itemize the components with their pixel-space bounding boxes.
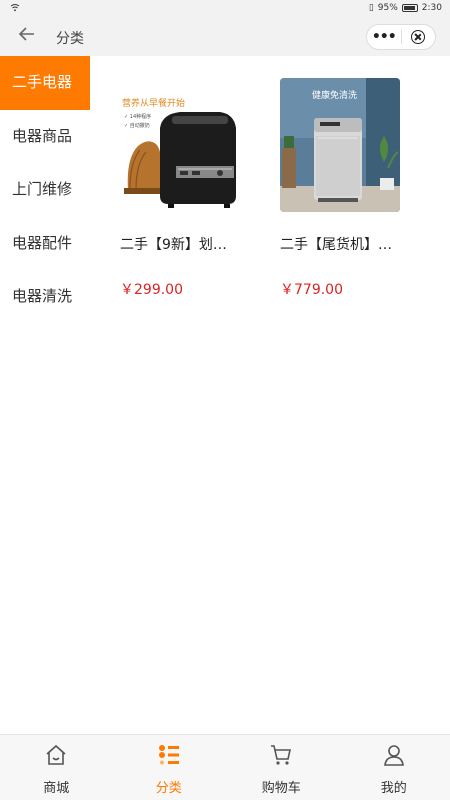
back-arrow-icon[interactable] — [14, 24, 40, 50]
product-name[interactable]: 二手【9新】划… — [120, 234, 270, 254]
product-grid: 营养从早餐开始 ✓ 14种程序 ✓ 自动撒奶 二手【9新】划… ￥299.00 … — [90, 56, 450, 734]
tab-label: 我的 — [380, 781, 407, 796]
vibrate-icon: ▯ — [368, 3, 374, 13]
page-title: 分类 — [56, 31, 84, 47]
tab-category[interactable]: 分类 — [113, 735, 226, 800]
close-button[interactable] — [401, 30, 435, 44]
status-bar: ▯ 95% 2:30 — [0, 0, 450, 18]
product-price: ￥299.00 — [120, 282, 183, 298]
product-card[interactable]: 营养从早餐开始 ✓ 14种程序 ✓ 自动撒奶 二手【9新】划… ￥299.00 — [120, 78, 270, 299]
tab-profile[interactable]: 我的 — [338, 735, 450, 800]
product-card[interactable]: 健康免清洗 二手【尾货机】… ￥779.00 — [280, 78, 430, 299]
tab-mall[interactable]: 商城 — [0, 735, 113, 800]
category-icon — [157, 743, 181, 771]
tab-label: 购物车 — [261, 781, 301, 796]
battery-icon — [401, 4, 418, 12]
tab-cart[interactable]: 购物车 — [225, 735, 338, 800]
sidebar-item-appliance-products[interactable]: 电器商品 — [0, 110, 90, 164]
mini-program-capsule: ••• — [366, 24, 436, 50]
battery-percent: 95% — [377, 3, 398, 13]
bottom-tab-bar: 商城 分类 购物车 我的 — [0, 734, 450, 800]
tab-label: 商城 — [43, 781, 70, 796]
close-icon — [411, 30, 426, 44]
sidebar-item-cleaning[interactable]: 电器清洗 — [0, 270, 90, 324]
sidebar-item-accessories[interactable]: 电器配件 — [0, 217, 90, 271]
home-icon — [44, 743, 68, 771]
image-caption: 健康免清洗 — [312, 89, 357, 101]
product-price: ￥779.00 — [280, 282, 343, 298]
more-icon[interactable]: ••• — [367, 29, 401, 45]
sidebar-item-used-appliances[interactable]: 二手电器 — [0, 56, 90, 110]
clock: 2:30 — [421, 3, 442, 13]
product-image-washing-machine[interactable]: 健康免清洗 — [280, 78, 400, 212]
wifi-icon — [10, 3, 20, 15]
image-caption-line: ✓ 自动撒奶 — [124, 122, 150, 129]
nav-bar: 分类 ••• — [0, 18, 450, 56]
category-sidebar: 二手电器 电器商品 上门维修 电器配件 电器清洗 — [0, 56, 90, 734]
sidebar-item-home-repair[interactable]: 上门维修 — [0, 163, 90, 217]
tab-label: 分类 — [155, 781, 182, 796]
image-caption-line: ✓ 14种程序 — [124, 113, 151, 120]
product-name[interactable]: 二手【尾货机】… — [280, 234, 430, 254]
product-image-bread-maker[interactable]: 营养从早餐开始 ✓ 14种程序 ✓ 自动撒奶 — [120, 78, 240, 212]
user-icon — [382, 743, 406, 771]
image-caption: 营养从早餐开始 — [122, 97, 185, 109]
cart-icon — [269, 743, 293, 771]
